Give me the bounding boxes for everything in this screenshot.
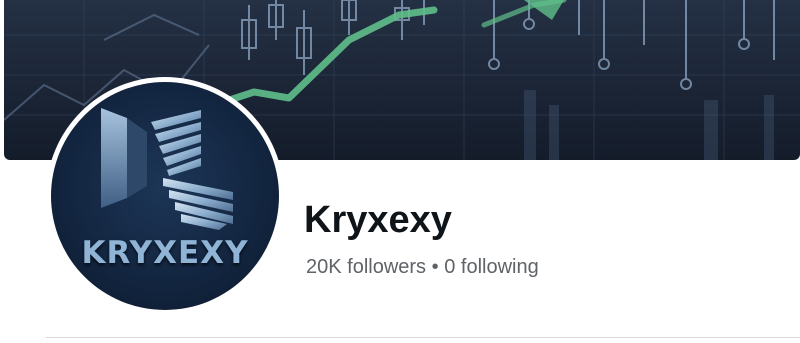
- followers-count[interactable]: 20K followers: [306, 256, 426, 278]
- kryxexy-logo-icon: [101, 108, 233, 230]
- profile-stats: 20K followers • 0 following: [306, 255, 539, 279]
- stats-separator: •: [431, 256, 439, 278]
- following-count[interactable]: 0 following: [444, 256, 539, 278]
- section-divider: [46, 337, 800, 338]
- profile-page: KRYXEXY Kryxexy 20K followers • 0 follow…: [0, 0, 800, 343]
- profile-name: Kryxexy: [304, 199, 452, 241]
- avatar-logo-text: KRYXEXY: [81, 235, 249, 271]
- avatar[interactable]: KRYXEXY: [51, 82, 279, 310]
